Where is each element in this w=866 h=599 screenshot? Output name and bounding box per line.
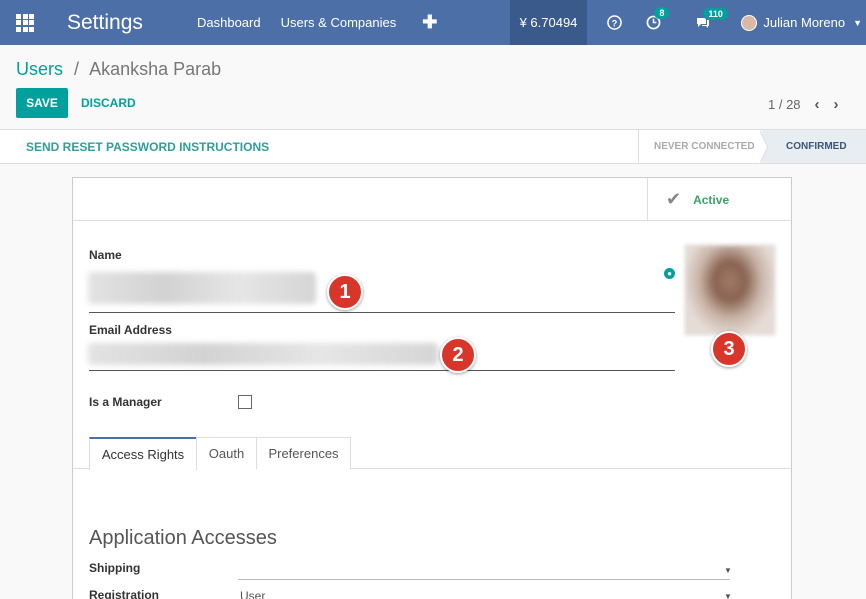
callout-marker-3: 3: [711, 331, 747, 367]
callout-marker-2: 2: [440, 337, 476, 373]
email-label: Email Address: [89, 323, 172, 337]
email-field-value[interactable]: [88, 343, 438, 365]
currency-rate[interactable]: ¥ 6.70494: [509, 0, 588, 45]
app-brand[interactable]: Settings: [67, 11, 197, 35]
stage-confirmed[interactable]: CONFIRMED: [762, 130, 866, 163]
access-row-value[interactable]: User: [240, 589, 265, 599]
avatar: [741, 14, 758, 31]
chevron-down-icon: ▼: [853, 17, 862, 28]
tab-access-rights[interactable]: Access Rights: [89, 437, 197, 470]
chevron-right-icon[interactable]: ›: [834, 96, 839, 113]
breadcrumb-users[interactable]: Users: [16, 59, 63, 79]
section-title: Application Accesses: [89, 527, 277, 549]
activity-icon[interactable]: 8: [646, 7, 670, 30]
status-bar: SEND RESET PASSWORD INSTRUCTIONS NEVER C…: [0, 129, 866, 164]
name-field-value[interactable]: [88, 272, 316, 304]
stage-never-connected[interactable]: NEVER CONNECTED: [638, 130, 766, 163]
manager-label: Is a Manager: [89, 395, 162, 409]
tab-preferences[interactable]: Preferences: [256, 437, 351, 469]
breadcrumb: Users / Akanksha Parab: [16, 59, 221, 80]
reset-password-button[interactable]: SEND RESET PASSWORD INSTRUCTIONS: [26, 140, 269, 154]
tab-oauth[interactable]: Oauth: [196, 437, 257, 469]
access-select-shipping[interactable]: [238, 579, 730, 580]
svg-text:?: ?: [612, 18, 618, 28]
nav-dashboard[interactable]: Dashboard: [197, 15, 261, 30]
access-row-label: Shipping: [89, 561, 141, 575]
email-field[interactable]: [89, 370, 675, 371]
button-box: ✔ Active: [73, 178, 791, 221]
name-label: Name: [89, 248, 122, 262]
nav-users-companies[interactable]: Users & Companies: [281, 15, 397, 30]
manager-checkbox[interactable]: [238, 395, 252, 409]
question-circle-icon[interactable]: ?: [607, 15, 623, 30]
callout-marker-1: 1: [327, 274, 363, 310]
chevron-down-icon[interactable]: ▼: [724, 566, 732, 575]
active-label: Active: [693, 192, 730, 207]
pager-value[interactable]: 1 / 28: [768, 97, 801, 112]
chevron-down-icon[interactable]: ▼: [724, 592, 732, 599]
save-button[interactable]: SAVE: [16, 88, 68, 118]
name-field[interactable]: [89, 312, 675, 313]
user-menu[interactable]: Julian Moreno ▼: [741, 14, 862, 31]
apps-menu-icon[interactable]: [0, 0, 50, 45]
user-photo[interactable]: [685, 245, 775, 335]
activity-count-badge: 8: [654, 7, 670, 19]
user-name: Julian Moreno: [763, 15, 846, 30]
globe-icon[interactable]: ●: [664, 268, 675, 279]
notebook-tabs: Access Rights Oauth Preferences: [73, 437, 791, 470]
plus-icon[interactable]: ✚: [422, 12, 437, 33]
pager: 1 / 28 ‹ ›: [768, 96, 839, 113]
active-toggle-button[interactable]: ✔ Active: [647, 178, 791, 221]
messages-count-badge: 110: [703, 7, 728, 20]
top-navbar: Settings Dashboard Users & Companies ✚ ¥…: [0, 0, 866, 45]
stage-divider-inner: [759, 130, 767, 164]
access-row-label: Registration: [89, 588, 160, 599]
check-icon: ✔: [666, 189, 682, 209]
discard-button[interactable]: DISCARD: [81, 96, 136, 110]
messages-icon[interactable]: 110: [695, 7, 728, 30]
breadcrumb-separator: /: [74, 59, 80, 79]
chevron-left-icon[interactable]: ‹: [815, 96, 820, 113]
breadcrumb-current: Akanksha Parab: [89, 59, 222, 79]
